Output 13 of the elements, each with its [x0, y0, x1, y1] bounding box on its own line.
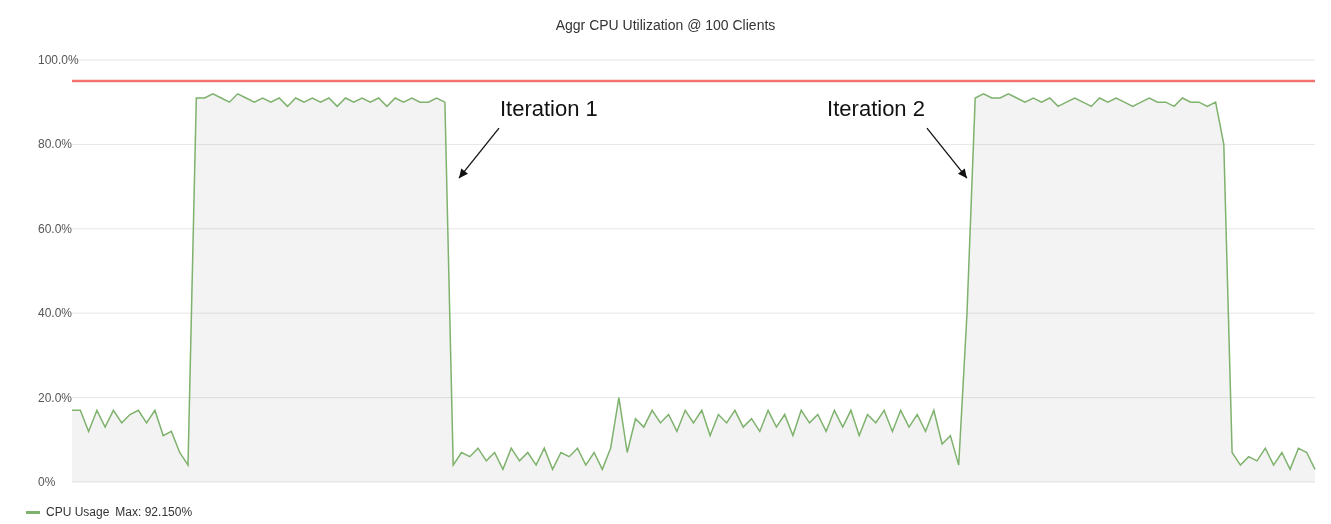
- y-tick-label: 100.0%: [38, 53, 79, 67]
- annotation-label: Iteration 1: [500, 96, 598, 122]
- y-tick-label: 40.0%: [38, 306, 73, 321]
- y-tick-label: 0%: [38, 475, 56, 489]
- legend-series-name[interactable]: CPU Usage: [46, 503, 110, 521]
- annotation-label: Iteration 2: [827, 96, 925, 122]
- chart-title: Aggr CPU Utilization @ 100 Clients: [555, 15, 776, 35]
- y-tick-label: 20.0%: [38, 390, 73, 405]
- annotation-arrow: [458, 127, 500, 179]
- annotation-arrow: [926, 127, 968, 179]
- y-tick-label: 60.0%: [38, 221, 73, 236]
- legend-max-value: Max: 92.150%: [115, 504, 193, 521]
- y-tick-label: 80.0%: [38, 137, 73, 152]
